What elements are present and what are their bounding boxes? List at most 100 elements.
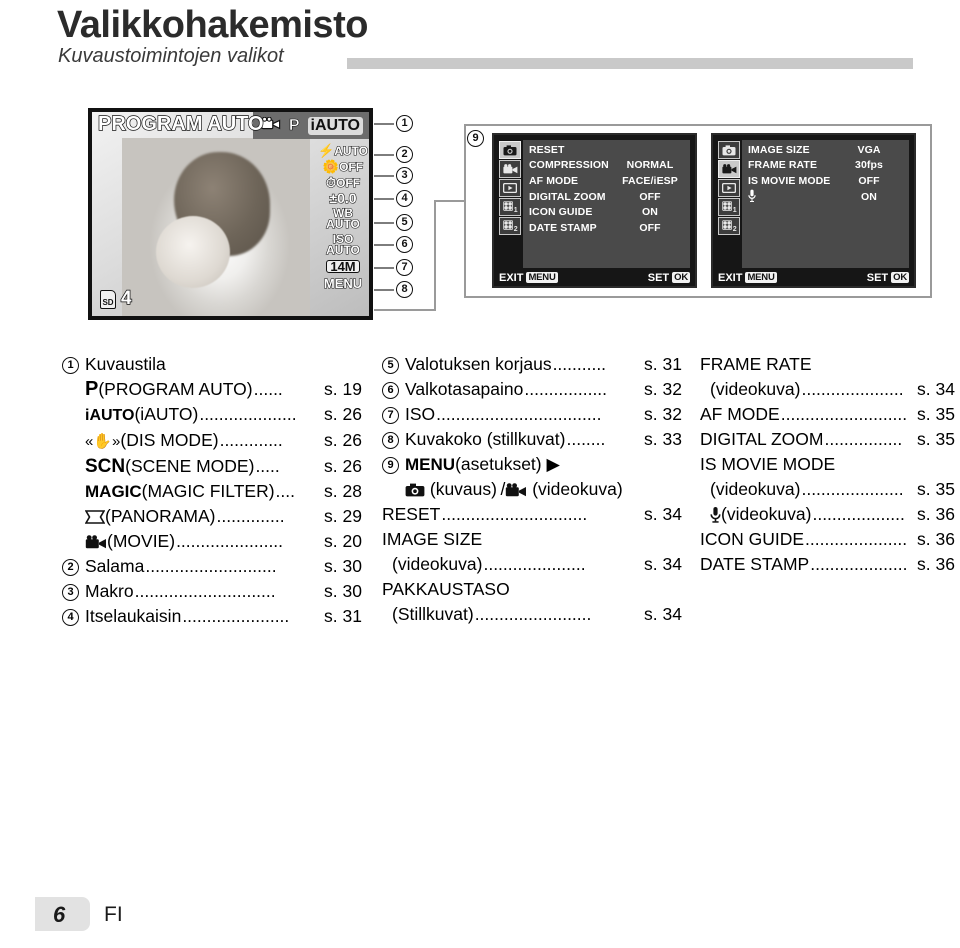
entry-label: (videokuva) (710, 479, 801, 499)
entry-page: s. 34 (917, 379, 955, 399)
leader-dots: .............................. (441, 504, 588, 524)
index-entry: 5 Valotuksen korjaus ........... s. 31 (382, 352, 682, 377)
index-entry: DATE STAMP .................... s. 36 (700, 552, 955, 577)
callout-6: 6 (396, 236, 413, 253)
menu-screen-still: 🎛1 🎛2 RESET COMPRESSION NORMAL AF MODE F… (492, 133, 697, 288)
lcd-mode-title: PROGRAM AUTO (97, 112, 264, 135)
entry-symbol-magic: MAGIC (85, 482, 142, 501)
lcd-sample-photo (122, 138, 310, 316)
entry-page: s. 34 (644, 554, 682, 574)
tab-settings1-icon[interactable]: 🎛1 (718, 198, 740, 216)
tab-movie-icon[interactable] (499, 160, 521, 178)
index-entry: SCN (SCENE MODE) ..... s. 26 (62, 454, 362, 479)
entry-label: (PROGRAM AUTO) (98, 379, 253, 399)
menu-row[interactable]: ON (748, 189, 905, 205)
camera-icon (405, 477, 425, 502)
menu-screen-movie-body: 🎛1 🎛2 IMAGE SIZE VGA FRAME RATE 30fps IS… (718, 140, 909, 268)
exit-hint[interactable]: EXIT MENU (499, 272, 558, 284)
tab-camera-icon[interactable] (499, 141, 521, 159)
callout-9: 9 (467, 130, 484, 147)
entry-label: DATE STAMP (700, 554, 810, 574)
menu-row-label: FRAME RATE (748, 159, 818, 172)
entry-label: Makro (85, 581, 134, 601)
entry-page: s. 33 (644, 429, 682, 449)
menu-row-label: IMAGE SIZE (748, 143, 810, 156)
entry-number: 1 (62, 357, 79, 374)
macro-indicator: 🌼OFF (322, 159, 364, 174)
entry-label: (Stillkuvat) (392, 604, 474, 624)
entry-number: 9 (382, 457, 399, 474)
entry-label: FRAME RATE (700, 354, 812, 374)
entry-label: ICON GUIDE (700, 529, 805, 549)
menu-row-value: OFF (858, 174, 880, 187)
entry-label: Kuvaustila (85, 354, 166, 374)
menu-row[interactable]: DIGITAL ZOOM OFF (529, 189, 686, 205)
tab-settings2-icon[interactable]: 🎛2 (499, 217, 521, 235)
tab-playback-icon[interactable] (718, 179, 740, 197)
movie-icon (505, 477, 527, 502)
leader-dots: ..................... (801, 379, 904, 399)
image-size-indicator: 14M (326, 260, 360, 273)
menu-tabs-still: 🎛1 🎛2 (499, 140, 523, 268)
entry-page: s. 35 (917, 479, 955, 499)
entry-symbol-menu: MENU (405, 455, 456, 474)
page-subtitle: Kuvaustoimintojen valikot (58, 45, 284, 67)
menu-row[interactable]: AF MODE FACE/iESP (529, 173, 686, 189)
movie-icon (85, 529, 107, 554)
entry-page: s. 32 (644, 404, 682, 424)
footer-language-code: FI (104, 903, 123, 926)
menu-row[interactable]: DATE STAMP OFF (529, 220, 686, 236)
callout-8: 8 (396, 281, 413, 298)
leader-dots: ............................. (134, 581, 276, 601)
lead-line-3 (374, 175, 394, 177)
index-entry: AF MODE .......................... s. 35 (700, 402, 955, 427)
entry-label: Valkotasapaino (405, 379, 524, 399)
tab-movie-icon[interactable] (718, 160, 740, 178)
leader-dots: ................... (812, 504, 905, 524)
entry-page: s. 31 (324, 606, 362, 626)
header-rule (347, 58, 913, 69)
tab-playback-icon[interactable] (499, 179, 521, 197)
index-column-2: 5 Valotuksen korjaus ........... s. 31 6… (382, 352, 682, 627)
index-entry: 8 Kuvakoko (stillkuvat) ........ s. 33 (382, 427, 682, 452)
set-hint[interactable]: SET OK (867, 272, 909, 284)
callout-5: 5 (396, 214, 413, 231)
entry-page: s. 29 (324, 506, 362, 526)
entry-label: IMAGE SIZE (382, 529, 483, 549)
mic-icon (748, 189, 833, 205)
entry-page: s. 26 (324, 430, 362, 450)
menu-row[interactable]: IMAGE SIZE VGA (748, 142, 905, 158)
index-column-1: 1 Kuvaustila P (PROGRAM AUTO) ...... s. … (62, 352, 362, 629)
menu-row-label: RESET (529, 143, 565, 156)
panorama-icon (84, 504, 106, 529)
callout-4: 4 (396, 190, 413, 207)
menu-row-value: VGA (857, 143, 881, 156)
leader-dots: .................................. (436, 404, 602, 424)
exit-hint[interactable]: EXIT MENU (718, 272, 777, 284)
leader-dots: ..... (255, 456, 280, 476)
tab-settings1-icon[interactable]: 🎛1 (499, 198, 521, 216)
entry-page: s. 35 (917, 404, 955, 424)
leader-dots: ........ (566, 429, 606, 449)
index-entry: 2 Salama ........................... s. … (62, 554, 362, 579)
menu-row[interactable]: FRAME RATE 30fps (748, 158, 905, 174)
entry-page: s. 34 (644, 504, 682, 524)
tab-settings2-icon[interactable]: 🎛2 (718, 217, 740, 235)
menu-row[interactable]: ICON GUIDE ON (529, 204, 686, 220)
menu-screen-still-body: 🎛1 🎛2 RESET COMPRESSION NORMAL AF MODE F… (499, 140, 690, 268)
menu-row[interactable]: COMPRESSION NORMAL (529, 158, 686, 174)
tab-camera-icon[interactable] (718, 141, 740, 159)
index-entry: 4 Itselaukaisin ...................... s… (62, 604, 362, 629)
entry-number: 8 (382, 432, 399, 449)
remaining-shots-count: 4 (120, 287, 132, 309)
index-entry: IMAGE SIZE (382, 527, 682, 552)
set-hint[interactable]: SET OK (648, 272, 690, 284)
menu-row[interactable]: RESET (529, 142, 686, 158)
menu-row[interactable]: IS MOVIE MODE OFF (748, 173, 905, 189)
callout-1: 1 (396, 115, 413, 132)
callout-3: 3 (396, 167, 413, 184)
entry-label: (MOVIE) (107, 531, 176, 551)
entry-page: s. 30 (324, 581, 362, 601)
mic-icon (710, 502, 721, 527)
entry-label: (videokuva) (527, 479, 623, 499)
